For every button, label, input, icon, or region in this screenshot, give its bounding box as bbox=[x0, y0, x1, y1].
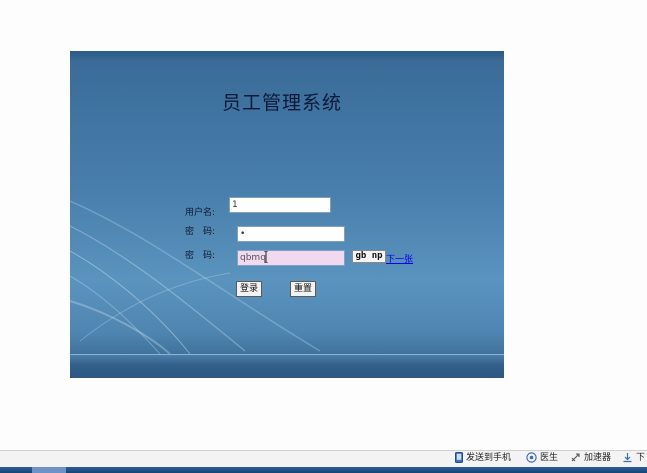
captcha-label: 密 码: bbox=[185, 251, 216, 261]
phone-icon bbox=[455, 452, 463, 463]
username-label: 用户名: bbox=[185, 208, 216, 218]
captcha-input[interactable] bbox=[237, 250, 345, 266]
page-title: 员工管理系统 bbox=[222, 92, 343, 114]
password-input[interactable] bbox=[237, 226, 345, 242]
send-to-phone-item[interactable]: 发送到手机 bbox=[455, 452, 511, 465]
panel-bottom-band bbox=[70, 354, 504, 378]
rocket-icon bbox=[571, 453, 580, 462]
taskbar bbox=[0, 467, 647, 473]
accelerator-label: 加速器 bbox=[584, 453, 612, 463]
download-icon bbox=[623, 453, 632, 463]
reset-button[interactable]: 重置 bbox=[290, 281, 317, 297]
username-input[interactable] bbox=[229, 197, 331, 213]
accelerator-item[interactable]: 加速器 bbox=[570, 452, 611, 465]
download-item[interactable]: 下 bbox=[622, 452, 645, 465]
captcha-image[interactable]: gb np bbox=[352, 250, 386, 263]
download-label: 下 bbox=[636, 453, 646, 463]
login-button[interactable]: 登录 bbox=[236, 281, 263, 297]
next-captcha-link[interactable]: 下一张 bbox=[386, 252, 413, 265]
doctor-item[interactable]: 医生 bbox=[526, 452, 558, 465]
doctor-icon bbox=[526, 452, 537, 463]
text-cursor-icon bbox=[264, 251, 268, 263]
login-panel: 员工管理系统 用户名: 密 码: 密 码: gb np 下一张 登录 重置 bbox=[70, 51, 504, 378]
taskbar-button[interactable] bbox=[32, 467, 66, 473]
password-label: 密 码: bbox=[185, 227, 216, 237]
send-to-phone-label: 发送到手机 bbox=[466, 453, 512, 463]
doctor-label: 医生 bbox=[540, 453, 559, 463]
